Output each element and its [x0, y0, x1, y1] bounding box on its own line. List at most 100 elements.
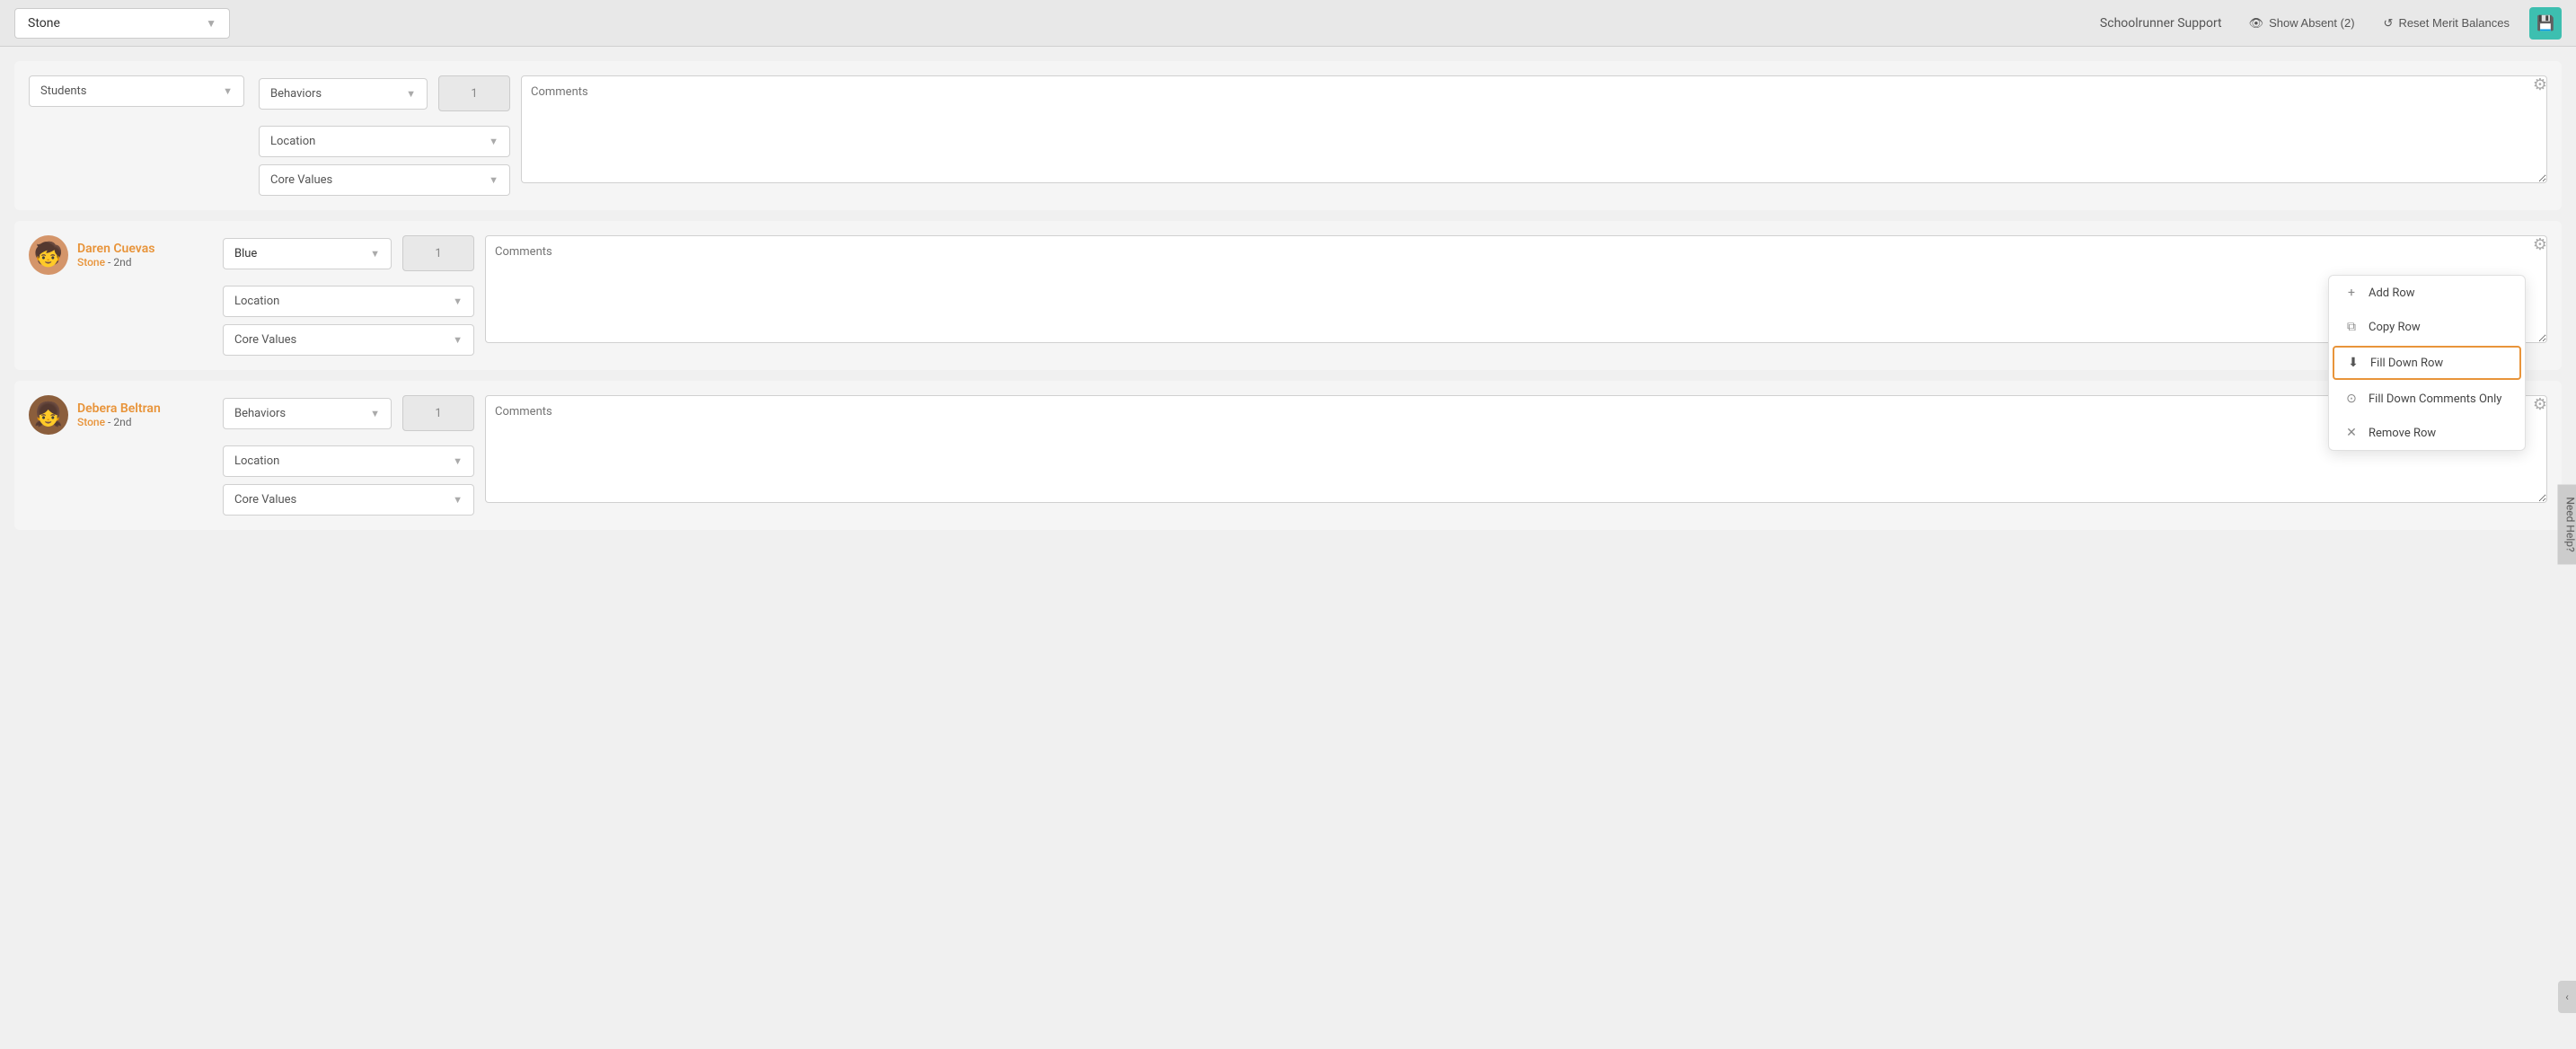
core-values-chevron-icon-2: ▼	[453, 334, 463, 346]
core-values-dropdown-2[interactable]: Core Values ▼	[223, 324, 474, 356]
reset-merit-button[interactable]: ↺ Reset Merit Balances	[2375, 11, 2519, 36]
number-field-2[interactable]: 1	[402, 235, 474, 271]
students-dropdown-1[interactable]: Students ▼	[29, 75, 244, 107]
context-menu-add-row[interactable]: + Add Row	[2329, 276, 2525, 310]
student-name-3[interactable]: Debera Beltran	[77, 401, 161, 416]
section1-top-row: Behaviors ▼ 1	[259, 75, 510, 111]
student-section-2: ⚙ 🧒 Daren Cuevas Stone - 2nd B	[14, 221, 2562, 370]
student-class-3: Stone - 2nd	[77, 416, 161, 428]
location-chevron-icon-2: ▼	[453, 295, 463, 307]
add-row-label: Add Row	[2369, 286, 2415, 300]
location-chevron-icon-3: ▼	[453, 455, 463, 467]
behaviors-dropdown-3[interactable]: Behaviors ▼	[223, 398, 392, 429]
student-info-3: 👧 Debera Beltran Stone - 2nd	[29, 395, 208, 435]
no-student-area: Students ▼	[29, 75, 244, 107]
students-placeholder: Students	[40, 84, 87, 98]
section1-dropdowns: Behaviors ▼ 1 Location ▼ Core Values ▼	[259, 75, 510, 196]
show-absent-label: Show Absent (2)	[2269, 16, 2354, 30]
save-icon: 💾	[2536, 14, 2554, 32]
save-button[interactable]: 💾	[2529, 7, 2562, 40]
student-grade-3: 2nd	[113, 416, 131, 428]
student-name-2[interactable]: Daren Cuevas	[77, 242, 154, 256]
section2-top-row: Blue ▼ 1	[223, 235, 474, 271]
behaviors-placeholder-3: Behaviors	[234, 407, 286, 420]
comments-textarea-1[interactable]	[521, 75, 2547, 183]
behaviors-chevron-icon-3: ▼	[370, 408, 380, 419]
location-dropdown-1[interactable]: Location ▼	[259, 126, 510, 157]
behaviors-dropdown-1[interactable]: Behaviors ▼	[259, 78, 428, 110]
section3-top-row: Behaviors ▼ 1	[223, 395, 474, 431]
stone-chevron-icon: ▼	[206, 17, 216, 30]
gear-button-1[interactable]: ⚙	[2529, 72, 2551, 98]
context-menu-copy-row[interactable]: ⧉ Copy Row	[2329, 310, 2525, 344]
top-bar-right: Schoolrunner Support 👁 Show Absent (2) ↺…	[2100, 7, 2562, 40]
stone-dropdown[interactable]: Stone ▼	[14, 8, 230, 39]
student-info-2: 🧒 Daren Cuevas Stone - 2nd	[29, 235, 208, 275]
location-placeholder-3: Location	[234, 454, 279, 468]
comments-textarea-3[interactable]	[485, 395, 2547, 503]
section3-dropdowns: Behaviors ▼ 1 Location ▼ Core Values ▼	[223, 395, 474, 516]
number-field-3[interactable]: 1	[402, 395, 474, 431]
section1-form-area: Behaviors ▼ 1 Location ▼ Core Values ▼	[259, 75, 2547, 196]
student-section-3: ⚙ 👧 Debera Beltran Stone - 2nd	[14, 381, 2562, 530]
support-label: Schoolrunner Support	[2100, 16, 2222, 31]
fill-down-row-label: Fill Down Row	[2370, 357, 2443, 370]
remove-row-icon: ✕	[2343, 426, 2360, 440]
top-bar: Stone ▼ Schoolrunner Support 👁 Show Abse…	[0, 0, 2576, 47]
section3-form-area: Behaviors ▼ 1 Location ▼ Core Values ▼	[223, 395, 2547, 516]
gear-button-3[interactable]: ⚙	[2529, 392, 2551, 418]
comments-textarea-2[interactable]	[485, 235, 2547, 343]
number-field-1[interactable]: 1	[438, 75, 510, 111]
avatar-debera: 👧	[29, 395, 68, 435]
students-chevron-icon: ▼	[223, 85, 233, 97]
student-section-1: ⚙ Students ▼ Behaviors ▼ 1	[14, 61, 2562, 210]
eye-icon: 👁	[2249, 16, 2264, 31]
add-row-icon: +	[2343, 286, 2360, 300]
behaviors-chevron-icon-1: ▼	[406, 88, 416, 100]
student-details-3: Debera Beltran Stone - 2nd	[77, 401, 161, 428]
core-values-placeholder-1: Core Values	[270, 173, 332, 187]
number-value-3: 1	[435, 407, 441, 420]
core-values-chevron-icon-3: ▼	[453, 494, 463, 506]
context-menu-fill-down-comments[interactable]: ⊙ Fill Down Comments Only	[2329, 382, 2525, 416]
reset-merit-label: Reset Merit Balances	[2398, 16, 2510, 30]
student-class-2: Stone - 2nd	[77, 256, 154, 269]
behavior-dropdown-2[interactable]: Blue ▼	[223, 238, 392, 269]
context-menu: + Add Row ⧉ Copy Row ⬇ Fill Down Row ⊙ F…	[2328, 275, 2526, 451]
collapse-sidebar-button[interactable]: ‹	[2558, 981, 2576, 1013]
student-class-label-2: Stone	[77, 256, 105, 269]
number-value-2: 1	[435, 247, 441, 260]
section2-form-area: Blue ▼ 1 Location ▼ Core Values ▼	[223, 235, 2547, 356]
need-help-tab[interactable]: Need Help?	[2557, 484, 2576, 564]
location-dropdown-3[interactable]: Location ▼	[223, 445, 474, 477]
location-placeholder-1: Location	[270, 135, 315, 148]
copy-row-icon: ⧉	[2343, 320, 2360, 334]
student-class-label-3: Stone	[77, 416, 105, 428]
behaviors-placeholder-1: Behaviors	[270, 87, 322, 101]
section3-header: 👧 Debera Beltran Stone - 2nd Behaviors	[29, 395, 2547, 516]
context-menu-remove-row[interactable]: ✕ Remove Row	[2329, 416, 2525, 450]
fill-down-comments-label: Fill Down Comments Only	[2369, 392, 2501, 406]
number-value-1: 1	[471, 87, 477, 101]
core-values-placeholder-2: Core Values	[234, 333, 296, 347]
avatar-daren: 🧒	[29, 235, 68, 275]
show-absent-button[interactable]: 👁 Show Absent (2)	[2240, 11, 2364, 36]
core-values-dropdown-3[interactable]: Core Values ▼	[223, 484, 474, 516]
remove-row-label: Remove Row	[2369, 427, 2436, 440]
section2-header: 🧒 Daren Cuevas Stone - 2nd Blue ▼	[29, 235, 2547, 356]
location-chevron-icon-1: ▼	[489, 136, 498, 147]
fill-down-comments-icon: ⊙	[2343, 392, 2360, 406]
fill-down-row-icon: ⬇	[2345, 356, 2361, 370]
core-values-dropdown-1[interactable]: Core Values ▼	[259, 164, 510, 196]
location-dropdown-2[interactable]: Location ▼	[223, 286, 474, 317]
location-placeholder-2: Location	[234, 295, 279, 308]
stone-label: Stone	[28, 16, 60, 31]
gear-button-2[interactable]: ⚙	[2529, 232, 2551, 258]
collapse-icon: ‹	[2565, 991, 2569, 1003]
reset-icon: ↺	[2384, 16, 2394, 31]
section2-dropdowns: Blue ▼ 1 Location ▼ Core Values ▼	[223, 235, 474, 356]
context-menu-fill-down-row[interactable]: ⬇ Fill Down Row	[2333, 346, 2521, 380]
behavior-value-2: Blue	[234, 247, 257, 260]
copy-row-label: Copy Row	[2369, 321, 2421, 334]
behavior-chevron-icon-2: ▼	[370, 248, 380, 260]
